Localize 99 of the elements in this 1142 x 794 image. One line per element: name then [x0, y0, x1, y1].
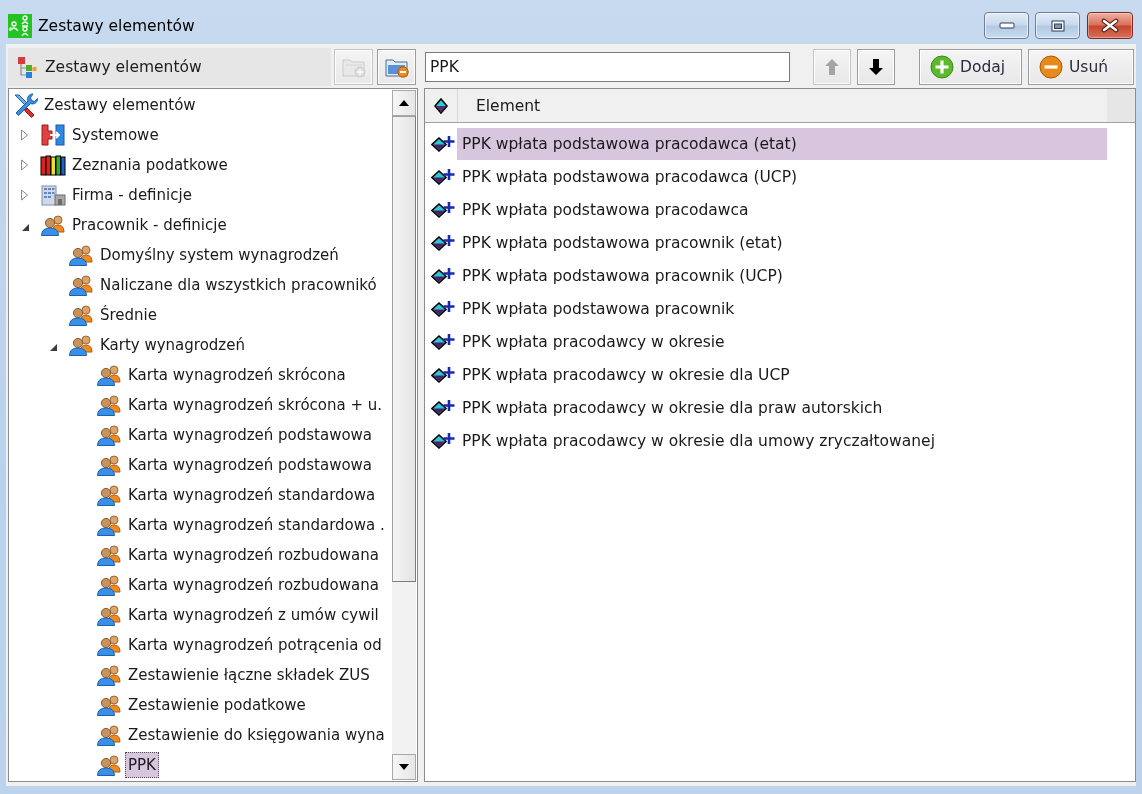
scroll-down-button[interactable]: [392, 754, 416, 780]
minimize-button[interactable]: [984, 12, 1029, 39]
hierarchy-icon: [17, 55, 37, 79]
diamond-plus-icon: [431, 299, 455, 319]
diamond-plus-icon: [431, 200, 455, 220]
binders-icon: [40, 154, 66, 176]
tree-item[interactable]: Karta wynagrodzeń standardowa .: [125, 512, 388, 538]
tree-item[interactable]: PPK: [125, 752, 159, 778]
people-icon: [96, 754, 122, 776]
column-header[interactable]: Element: [458, 89, 541, 122]
expanded-arrow-icon[interactable]: [21, 222, 30, 232]
window-title: Zestawy elementów: [38, 16, 195, 36]
triangle-down-icon: [399, 764, 409, 770]
puzzle-block-icon: [40, 123, 66, 147]
tree-item[interactable]: Karta wynagrodzeń skrócona + u.: [125, 392, 386, 418]
move-down-button[interactable]: [857, 49, 895, 85]
people-icon: [96, 454, 122, 476]
diamond-plus-icon: [431, 266, 455, 286]
people-icon: [96, 544, 122, 566]
diamond-plus-icon: [431, 431, 455, 451]
arrow-up-icon: [824, 58, 840, 76]
tree-item[interactable]: Karta wynagrodzeń standardowa: [125, 482, 379, 508]
diamond-icon: [434, 97, 448, 114]
tree-item[interactable]: Karta wynagrodzeń z umów cywil: [125, 602, 382, 628]
tree-item[interactable]: Karta wynagrodzeń potrącenia od: [125, 632, 385, 658]
people-icon: [96, 514, 122, 536]
tree-item[interactable]: Karta wynagrodzeń skrócona: [125, 362, 349, 388]
people-icon: [96, 694, 122, 716]
people-icon: [96, 574, 122, 596]
minimize-icon: [998, 22, 1015, 29]
folder-minus-icon: [384, 56, 409, 78]
panel-title: Zestawy elementów: [45, 57, 202, 77]
scroll-up-button[interactable]: [392, 90, 416, 116]
close-button[interactable]: [1087, 12, 1133, 39]
people-icon: [96, 604, 122, 626]
list-item[interactable]: PPK wpłata podstawowa pracodawca: [457, 194, 1107, 226]
diamond-plus-icon: [431, 365, 455, 385]
plus-circle-icon: [930, 55, 954, 79]
tree-item[interactable]: Pracownik - definicje: [69, 212, 230, 238]
tree-item[interactable]: Karta wynagrodzeń rozbudowana: [125, 542, 382, 568]
tree-item[interactable]: Firma - definicje: [69, 182, 195, 208]
diamond-plus-icon: [431, 134, 455, 154]
folder-plus-icon: [341, 56, 366, 78]
list-item[interactable]: PPK wpłata podstawowa pracownik: [457, 293, 1107, 325]
list-item[interactable]: PPK wpłata pracodawcy w okresie: [457, 326, 1107, 358]
triangle-up-icon: [399, 100, 409, 106]
tools-icon: [12, 92, 38, 118]
arrow-down-icon: [868, 58, 884, 76]
tree-item[interactable]: Systemowe: [69, 122, 162, 148]
tree-item[interactable]: Naliczane dla wszystkich pracownikó: [97, 272, 380, 298]
people-icon: [68, 244, 94, 266]
list-item[interactable]: PPK wpłata podstawowa pracownik (etat): [457, 227, 1107, 259]
list-item[interactable]: PPK wpłata pracodawcy w okresie dla praw autorskich: [457, 392, 1107, 424]
folder-remove-button[interactable]: [377, 49, 416, 85]
people-icon: [68, 274, 94, 296]
list-item[interactable]: PPK wpłata podstawowa pracownik (UCP): [457, 260, 1107, 292]
collapsed-arrow-icon[interactable]: [20, 159, 29, 171]
building-icon: [40, 184, 66, 206]
people-icon: [96, 634, 122, 656]
tree-item[interactable]: Karta wynagrodzeń podstawowa: [125, 452, 376, 478]
people-icon: [96, 484, 122, 506]
tree-item[interactable]: Zestawienie podatkowe: [125, 692, 309, 718]
people-icon: [96, 364, 122, 386]
diamond-plus-icon: [431, 398, 455, 418]
remove-button[interactable]: Usuń: [1028, 49, 1134, 85]
people-icon: [40, 214, 66, 236]
tree-item[interactable]: Karta wynagrodzeń podstawowa: [125, 422, 376, 448]
tree-item[interactable]: Karta wynagrodzeń rozbudowana: [125, 572, 382, 598]
list-item[interactable]: PPK wpłata podstawowa pracodawca (etat): [457, 128, 1107, 160]
people-icon: [68, 334, 94, 356]
tree-item[interactable]: Zestawy elementów: [41, 92, 199, 118]
tree-item[interactable]: Średnie: [97, 302, 160, 328]
list-item[interactable]: PPK wpłata pracodawcy w okresie dla umowy zryczałtowanej: [457, 425, 1107, 457]
maximize-button[interactable]: [1035, 12, 1080, 39]
close-icon: [1101, 18, 1119, 33]
list-item[interactable]: PPK wpłata pracodawcy w okresie dla UCP: [457, 359, 1107, 391]
people-icon: [68, 304, 94, 326]
tree-item[interactable]: Domyślny system wynagrodzeń: [97, 242, 342, 268]
collapsed-arrow-icon[interactable]: [20, 129, 29, 141]
minus-circle-icon: [1039, 55, 1063, 79]
tree-item[interactable]: Zestawienie do księgowania wyna: [125, 722, 388, 748]
people-icon: [96, 424, 122, 446]
tree-item[interactable]: Zeznania podatkowe: [69, 152, 231, 178]
list-item[interactable]: PPK wpłata podstawowa pracodawca (UCP): [457, 161, 1107, 193]
collapsed-arrow-icon[interactable]: [20, 189, 29, 201]
diamond-plus-icon: [431, 233, 455, 253]
expanded-arrow-icon[interactable]: [49, 342, 58, 352]
add-button[interactable]: Dodaj: [919, 49, 1022, 85]
scrollbar-thumb[interactable]: [392, 116, 416, 582]
people-icon: [96, 394, 122, 416]
tree-item[interactable]: Karty wynagrodzeń: [97, 332, 248, 358]
maximize-icon: [1050, 19, 1065, 32]
diamond-plus-icon: [431, 332, 455, 352]
diamond-plus-icon: [431, 167, 455, 187]
people-icon: [96, 664, 122, 686]
tree-item[interactable]: Zestawienie łączne składek ZUS: [125, 662, 373, 688]
search-field[interactable]: PPK: [425, 52, 790, 82]
app-icon: [8, 14, 32, 38]
people-icon: [96, 724, 122, 746]
